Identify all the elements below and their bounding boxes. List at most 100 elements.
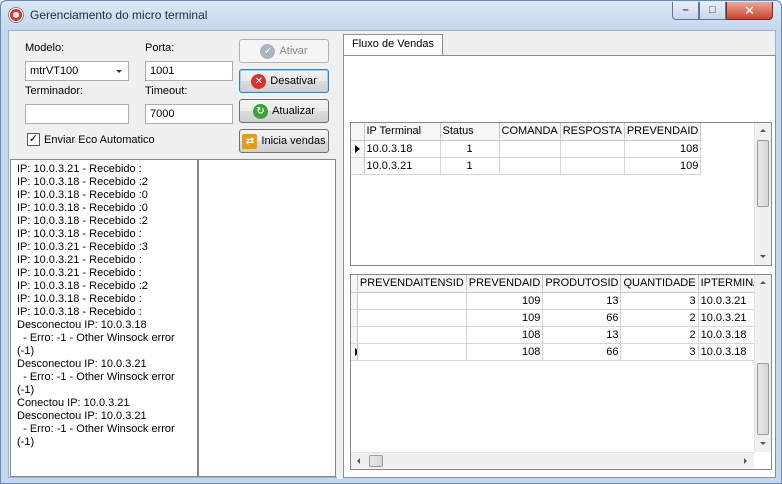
table-cell[interactable]: 3 — [620, 292, 699, 310]
terminals-grid-scrollbar[interactable] — [754, 123, 771, 265]
stop-circle-icon: ✕ — [251, 73, 267, 89]
table-cell[interactable]: 2 — [620, 309, 699, 327]
row-header-corner — [351, 275, 358, 293]
window-title: Gerenciamento do micro terminal — [30, 8, 208, 22]
terminador-label: Terminador: — [25, 85, 84, 97]
ativar-label: Ativar — [279, 45, 308, 57]
items-grid-hscrollbar[interactable] — [351, 452, 754, 469]
table-cell[interactable]: 109 — [466, 309, 544, 327]
column-header[interactable]: Status — [440, 123, 500, 141]
column-header[interactable]: IP Terminal — [364, 123, 441, 141]
modelo-value: mtrVT100 — [30, 65, 79, 77]
table-cell[interactable] — [560, 140, 625, 158]
log-memo[interactable]: IP: 10.0.3.21 - Recebido : IP: 10.0.3.18 … — [10, 159, 198, 477]
table-cell[interactable]: 108 — [624, 140, 702, 158]
tab-fluxo-de-vendas[interactable]: Fluxo de Vendas — [343, 34, 443, 56]
app-logo-icon — [8, 7, 24, 23]
atualizar-label: Atualizar — [272, 105, 315, 117]
table-cell[interactable]: 66 — [542, 343, 622, 361]
log-line: Desconectou IP: 10.0.3.18 — [17, 319, 147, 331]
column-header[interactable]: PREVENDAITENSID — [357, 275, 467, 293]
log-line: Conectou IP: 10.0.3.21 — [17, 397, 130, 409]
table-cell[interactable]: 10.0.3.18 — [364, 140, 441, 158]
desativar-button[interactable]: ✕ Desativar — [239, 69, 329, 93]
row-indicator[interactable] — [351, 157, 365, 175]
modelo-select[interactable]: mtrVT100 — [25, 61, 129, 81]
scroll-down-icon[interactable] — [760, 255, 766, 258]
table-row[interactable]: 108 66 3 10.0.3.18 — [351, 343, 771, 361]
table-cell[interactable]: 2 — [620, 326, 699, 344]
table-cell[interactable] — [357, 309, 467, 327]
column-header[interactable]: PREVENDAID — [466, 275, 544, 293]
porta-input[interactable]: 1001 — [145, 61, 233, 81]
log-line: IP: 10.0.3.18 - Recebido :0 — [17, 202, 148, 214]
eco-checkbox[interactable]: ✓ Enviar Eco Automatico — [27, 133, 155, 146]
items-grid-vscrollbar[interactable] — [754, 275, 771, 452]
column-header[interactable]: PRODUTOSID — [542, 275, 622, 293]
scroll-left-icon[interactable] — [357, 458, 360, 464]
table-cell[interactable] — [499, 157, 561, 175]
scroll-up-icon[interactable] — [760, 129, 766, 132]
table-cell[interactable]: 109 — [624, 157, 702, 175]
table-cell[interactable]: 109 — [466, 292, 544, 310]
table-row[interactable]: 10.0.3.21 1 109 — [351, 157, 702, 175]
terminals-grid[interactable]: IP Terminal Status COMANDA RESPOSTA PREVENDA… — [350, 122, 772, 266]
main-window: Gerenciamento do micro terminal – □ ✕ Mo… — [0, 0, 782, 484]
secondary-memo[interactable] — [198, 159, 336, 477]
table-row[interactable]: 109 13 3 10.0.3.21 — [351, 292, 771, 310]
scroll-thumb[interactable] — [757, 140, 769, 207]
column-header[interactable]: PREVENDAID — [624, 123, 702, 141]
log-line: IP: 10.0.3.18 - Recebido :2 — [17, 280, 148, 292]
timeout-input[interactable]: 7000 — [145, 104, 233, 124]
table-cell[interactable]: 108 — [466, 343, 544, 361]
table-row[interactable]: 10.0.3.18 1 108 — [351, 140, 702, 158]
table-cell[interactable]: 13 — [542, 292, 622, 310]
scroll-thumb[interactable] — [369, 455, 383, 467]
table-cell[interactable]: 1 — [440, 140, 500, 158]
table-cell[interactable]: 3 — [620, 343, 699, 361]
table-row[interactable]: 108 13 2 10.0.3.18 — [351, 326, 771, 344]
scroll-thumb[interactable] — [757, 363, 769, 435]
title-bar[interactable]: Gerenciamento do micro terminal – □ ✕ — [1, 1, 781, 30]
inicia-vendas-button[interactable]: ⇄ Inicia vendas — [239, 129, 329, 153]
column-header[interactable]: COMANDA — [499, 123, 561, 141]
inicia-vendas-label: Inicia vendas — [261, 135, 326, 147]
close-button[interactable]: ✕ — [726, 2, 773, 20]
column-header[interactable]: RESPOSTA — [560, 123, 625, 141]
row-indicator[interactable] — [351, 140, 365, 158]
scroll-down-icon[interactable] — [760, 442, 766, 445]
items-grid[interactable]: PREVENDAITENSID PREVENDAID PRODUTOSID QUANT… — [350, 274, 772, 470]
minimize-button[interactable]: – — [672, 2, 699, 20]
table-cell[interactable] — [357, 292, 467, 310]
row-indicator[interactable] — [351, 292, 358, 310]
porta-label: Porta: — [145, 42, 175, 54]
maximize-icon: □ — [709, 4, 716, 16]
table-cell[interactable] — [499, 140, 561, 158]
log-line: IP: 10.0.3.21 - Recebido : — [17, 254, 142, 266]
table-row[interactable]: 109 66 2 10.0.3.21 — [351, 309, 771, 327]
atualizar-button[interactable]: ↻ Atualizar — [239, 99, 329, 123]
column-header[interactable]: QUANTIDADE — [620, 275, 699, 293]
table-cell[interactable]: 10.0.3.21 — [364, 157, 441, 175]
table-cell[interactable]: 1 — [440, 157, 500, 175]
scroll-up-icon[interactable] — [760, 281, 766, 284]
log-line: IP: 10.0.3.18 - Recebido : — [17, 293, 142, 305]
table-cell[interactable]: 108 — [466, 326, 544, 344]
table-cell[interactable]: 13 — [542, 326, 622, 344]
log-line: (-1) — [17, 436, 35, 448]
log-line: Desconectou IP: 10.0.3.21 — [17, 410, 147, 422]
row-indicator[interactable] — [351, 326, 358, 344]
terminador-input[interactable] — [25, 104, 129, 124]
table-cell[interactable] — [357, 326, 467, 344]
log-line: IP: 10.0.3.18 - Recebido : — [17, 306, 142, 318]
row-indicator[interactable] — [351, 309, 358, 327]
table-cell[interactable] — [357, 343, 467, 361]
check-circle-icon: ✓ — [260, 43, 276, 59]
ativar-button[interactable]: ✓ Ativar — [239, 39, 329, 63]
row-indicator[interactable] — [351, 343, 358, 361]
log-line: IP: 10.0.3.21 - Recebido :3 — [17, 241, 148, 253]
table-cell[interactable] — [560, 157, 625, 175]
table-cell[interactable]: 66 — [542, 309, 622, 327]
scroll-right-icon[interactable] — [744, 458, 747, 464]
maximize-button[interactable]: □ — [699, 2, 726, 20]
